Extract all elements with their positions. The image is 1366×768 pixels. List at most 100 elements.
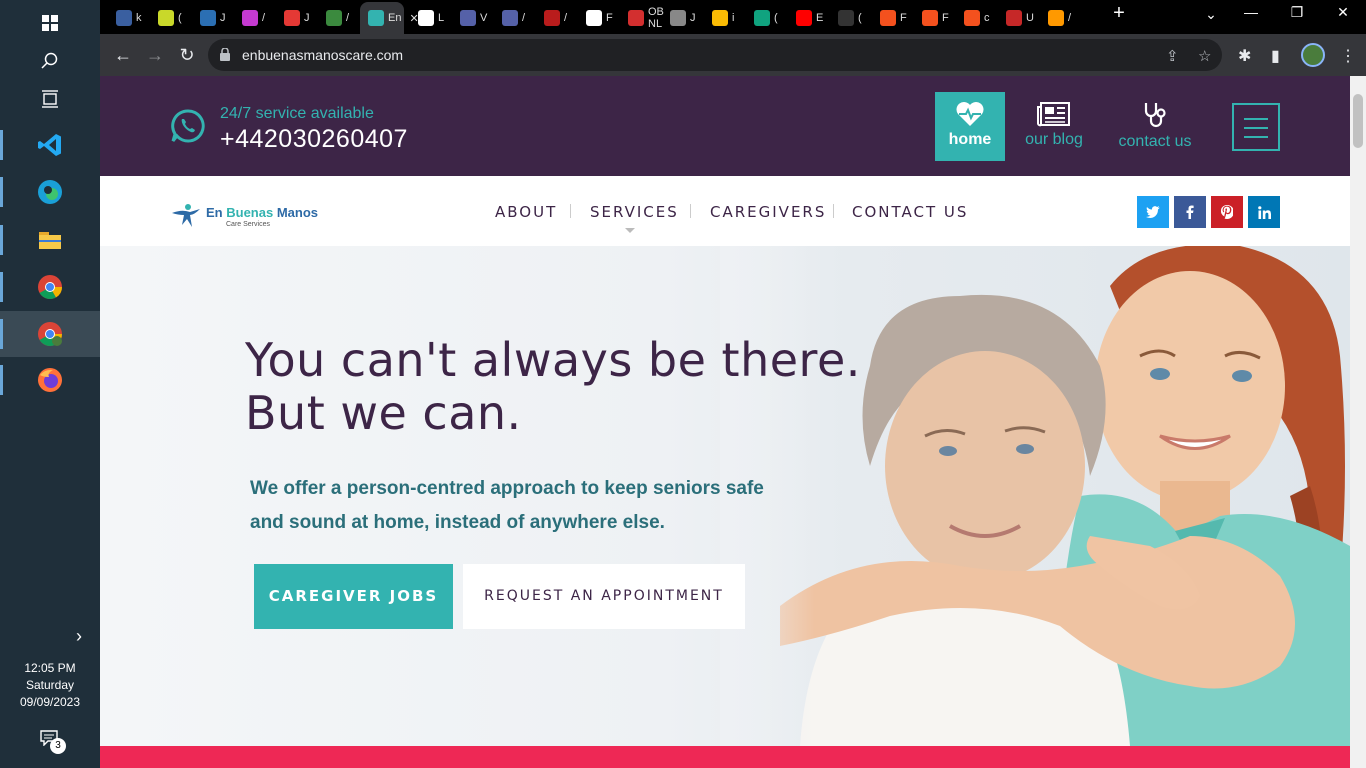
chrome-icon [38, 275, 62, 300]
back-button[interactable]: ← [110, 43, 136, 67]
tab-title: c [984, 12, 990, 24]
caregiver-jobs-button[interactable]: CAREGIVER JOBS [254, 564, 453, 629]
taskbar-expand-chevron-icon[interactable]: › [76, 626, 82, 647]
tab-active[interactable]: En ✕ [360, 2, 419, 34]
quick-nav-contact[interactable]: contact us [1114, 92, 1196, 161]
notification-center-button[interactable]: 3 [40, 730, 66, 754]
reload-button[interactable]: ↻ [174, 43, 200, 67]
tab-favicon-icon [796, 10, 812, 26]
new-tab-button[interactable]: + [1104, 2, 1134, 25]
browser-tab[interactable]: L [410, 6, 450, 30]
extensions-puzzle-icon[interactable]: ✱ [1238, 46, 1251, 66]
taskbar-app-file-explorer[interactable] [0, 217, 100, 263]
scrollbar-thumb[interactable] [1353, 94, 1363, 148]
browser-tab[interactable]: ( [830, 6, 870, 30]
browser-tab[interactable]: J [276, 6, 316, 30]
browser-tab[interactable]: i [704, 6, 744, 30]
browser-tab[interactable]: E [788, 6, 828, 30]
hamburger-menu-button[interactable] [1232, 103, 1280, 151]
tab-title: k [136, 12, 142, 24]
newspaper-icon [1037, 102, 1070, 127]
address-bar[interactable]: enbuenasmanoscare.com ⇪ ☆ [208, 39, 1222, 71]
tab-favicon-icon [544, 10, 560, 26]
browser-tab[interactable]: / [318, 6, 358, 30]
browser-tab[interactable]: F [872, 6, 912, 30]
tab-favicon-icon [1006, 10, 1022, 26]
taskbar-app-edge[interactable] [0, 169, 100, 215]
tab-favicon-icon [284, 10, 300, 26]
tab-title: / [522, 12, 526, 24]
browser-tab[interactable]: ( [746, 6, 786, 30]
menu-contact-us[interactable]: CONTACT US [852, 203, 968, 221]
browser-tab[interactable]: U [998, 6, 1038, 30]
tab-title: F [606, 12, 613, 24]
menu-kebab-icon[interactable]: ⋮ [1340, 46, 1356, 66]
twitter-button[interactable] [1137, 196, 1169, 228]
browser-tab[interactable]: ( [150, 6, 190, 30]
browser-tab[interactable]: c [956, 6, 996, 30]
taskbar-clock[interactable]: 12:05 PM Saturday 09/09/2023 [0, 660, 100, 711]
browser-tab[interactable]: F [578, 6, 618, 30]
browser-tab[interactable]: / [536, 6, 576, 30]
browser-tab[interactable]: J [192, 6, 232, 30]
tab-favicon-icon [586, 10, 602, 26]
quick-nav-blog[interactable]: our blog [1018, 92, 1090, 161]
profile-avatar[interactable] [1301, 43, 1325, 67]
clock-day: Saturday [25, 678, 75, 692]
menu-services[interactable]: SERVICES [590, 203, 679, 221]
site-logo[interactable]: En Buenas Manos Care Services [170, 201, 340, 237]
browser-tab[interactable]: V [452, 6, 492, 30]
minimize-button[interactable]: — [1236, 4, 1266, 20]
taskbar-app-chrome-profile[interactable] [0, 311, 100, 357]
browser-tab[interactable]: F [914, 6, 954, 30]
share-icon[interactable]: ⇪ [1166, 47, 1179, 65]
restore-button[interactable]: ❐ [1282, 4, 1312, 21]
tab-favicon-icon [116, 10, 132, 26]
tab-favicon-icon [502, 10, 518, 26]
browser-tab[interactable]: OB NL [620, 6, 664, 30]
hero-headline-line-2: But we can. [245, 386, 522, 440]
services-dropdown-caret-icon[interactable] [625, 228, 635, 233]
task-view-button[interactable] [0, 76, 100, 122]
browser-tab[interactable]: / [234, 6, 274, 30]
whatsapp-icon[interactable] [170, 108, 206, 144]
tab-favicon-icon [242, 10, 258, 26]
forward-button[interactable]: → [142, 43, 168, 67]
clock-date: 09/09/2023 [19, 695, 81, 709]
taskbar-app-vscode[interactable] [0, 122, 100, 168]
menu-divider [570, 204, 571, 218]
phone-number[interactable]: +442030260407 [220, 125, 408, 154]
tab-favicon-icon [628, 10, 644, 26]
tab-title: ( [178, 12, 182, 24]
site-topbar: 24/7 service available +442030260407 hom… [100, 76, 1350, 176]
facebook-button[interactable] [1174, 196, 1206, 228]
tab-strip: ⌄ — ❐ ✕ + k (J / J / En ✕ L V / / F OB NL Ji (E (F Fc U / [100, 0, 1366, 34]
taskbar-app-chrome[interactable] [0, 264, 100, 310]
menu-about[interactable]: ABOUT [495, 203, 557, 221]
twitter-icon [1146, 206, 1160, 218]
browser-tab[interactable]: / [494, 6, 534, 30]
request-appointment-button[interactable]: REQUEST AN APPOINTMENT [463, 564, 745, 629]
bookmark-star-icon[interactable]: ☆ [1198, 47, 1211, 65]
side-panel-icon[interactable]: ▮ [1271, 46, 1280, 66]
tab-search-chevron-icon[interactable]: ⌄ [1196, 6, 1226, 23]
service-availability-text: 24/7 service available [220, 105, 374, 122]
tab-favicon-icon [880, 10, 896, 26]
menu-divider [833, 204, 834, 218]
chrome-window: ⌄ — ❐ ✕ + k(J / J / En ✕ L V / / F OB NL Ji(E(F Fc U / … [100, 0, 1366, 768]
webpage: 24/7 service available +442030260407 hom… [100, 76, 1350, 768]
logo-wordmark: En Buenas Manos [206, 205, 319, 220]
tab-favicon-icon [1048, 10, 1064, 26]
main-navigation: En Buenas Manos Care Services ABOUT SERV… [100, 176, 1350, 246]
pinterest-button[interactable] [1211, 196, 1243, 228]
browser-toolbar: ← → ↻ enbuenasmanoscare.com ⇪ ☆ ✱ ▮ ⋮ [100, 34, 1366, 76]
close-window-button[interactable]: ✕ [1328, 4, 1358, 21]
linkedin-button[interactable] [1248, 196, 1280, 228]
menu-caregivers[interactable]: CAREGIVERS [710, 203, 826, 221]
browser-tab[interactable]: k [108, 6, 148, 30]
page-scrollbar[interactable] [1350, 76, 1366, 768]
browser-tab[interactable]: / [1040, 6, 1080, 30]
quick-nav-home[interactable]: home [935, 92, 1005, 161]
browser-tab[interactable]: J [662, 6, 702, 30]
taskbar-app-firefox[interactable] [0, 357, 100, 403]
